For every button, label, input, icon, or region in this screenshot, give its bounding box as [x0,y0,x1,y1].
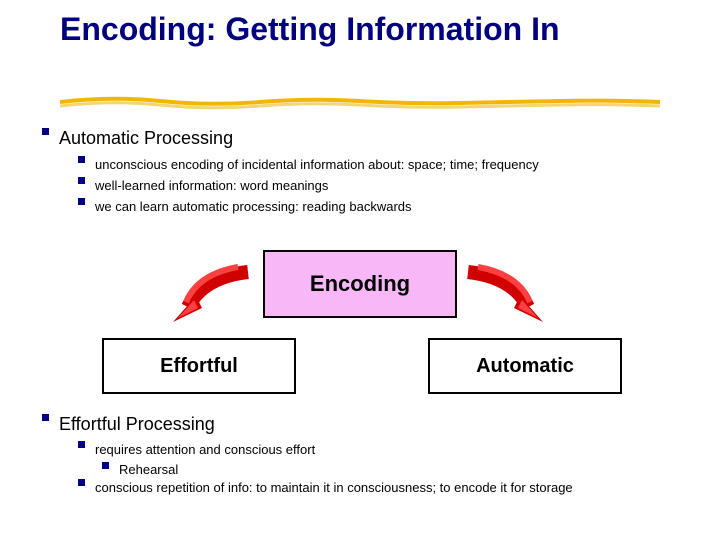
diagram-box-center: Encoding [263,250,457,318]
bullet-icon [78,198,85,205]
arrow-right-icon [453,262,548,332]
bullet-icon [78,479,85,486]
section-effortful-bullets: requires attention and conscious effort … [78,441,573,500]
bullet-icon [78,156,85,163]
diagram-box-right: Automatic [428,338,622,394]
section-effortful-heading: Effortful Processing [42,414,215,437]
diagram-box-left: Effortful [102,338,296,394]
page-title: Encoding: Getting Information In [60,12,560,47]
bullet-icon [42,414,49,421]
bullet-icon [78,177,85,184]
bullet-text: we can learn automatic processing: readi… [95,198,412,217]
section-automatic-bullets: unconscious encoding of incidental infor… [78,156,539,219]
slide: Encoding: Getting Information In Automat… [0,0,720,540]
section-automatic-heading: Automatic Processing [42,128,233,151]
bullet-text: well-learned information: word meanings [95,177,328,196]
bullet-text: conscious repetition of info: to maintai… [95,479,573,498]
bullet-icon [42,128,49,135]
bullet-icon [78,441,85,448]
bullet-text: Rehearsal [119,462,178,477]
title-underline [60,94,660,104]
bullet-icon [102,462,109,469]
heading-text: Automatic Processing [59,128,233,149]
heading-text: Effortful Processing [59,414,215,435]
arrow-left-icon [168,262,263,332]
bullet-text: unconscious encoding of incidental infor… [95,156,539,175]
bullet-text: requires attention and conscious effort [95,441,315,460]
